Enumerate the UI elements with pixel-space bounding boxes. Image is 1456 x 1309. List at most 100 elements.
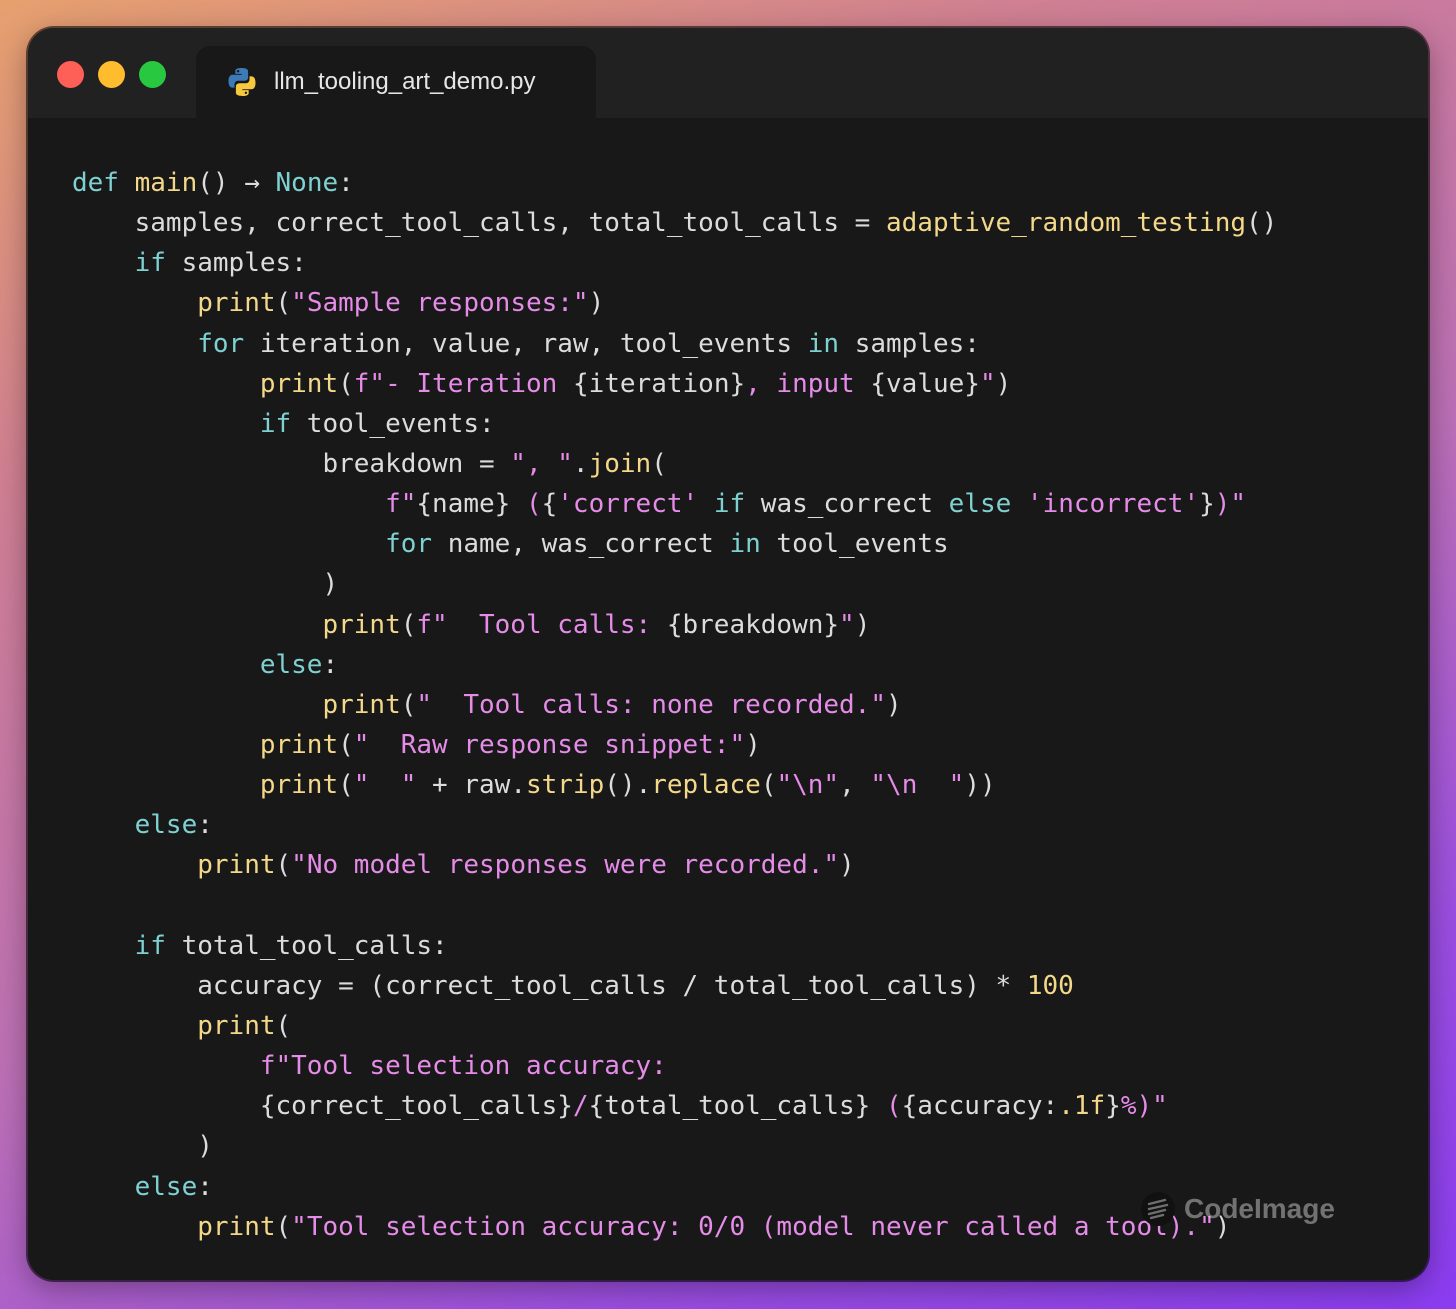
code-token: def (72, 168, 135, 198)
code-token: () → (197, 168, 276, 198)
code-token: tool_events: (291, 408, 495, 439)
code-token: 'incorrect' (1026, 489, 1200, 520)
code-token: 'correct' (557, 489, 699, 520)
code-token: print (322, 609, 401, 640)
code-token: {total_tool_calls} (588, 1091, 871, 1122)
code-token: "Sample responses:" (291, 288, 589, 319)
code-token: ( (275, 1010, 292, 1041)
maximize-window-button[interactable] (139, 61, 166, 88)
code-token: else (134, 810, 198, 841)
editor-window: llm_tooling_art_demo.py def main() → Non… (28, 28, 1428, 1280)
code-token: else (948, 489, 1012, 520)
code-line: else: (72, 805, 1277, 845)
code-line: f"Tool selection accuracy: (72, 1046, 1277, 1086)
code-token: breakdown = (72, 448, 511, 479)
code-token: f"- Iteration (353, 368, 573, 399)
code-token: {value} (870, 368, 980, 399)
code-token: )) (964, 770, 996, 801)
title-bar: llm_tooling_art_demo.py (28, 28, 1428, 118)
code-token: {accuracy: (901, 1091, 1059, 1122)
code-token: .1f (1058, 1091, 1106, 1122)
code-editor[interactable]: def main() → None: samples, correct_tool… (72, 163, 1277, 1247)
code-line: for iteration, value, raw, tool_events i… (72, 324, 1277, 364)
code-line: print( (72, 1006, 1277, 1046)
code-line: def main() → None: (72, 163, 1277, 203)
code-line: print(" Tool calls: none recorded.") (72, 685, 1277, 725)
code-token: print (322, 689, 401, 720)
code-token: {breakdown} (666, 609, 840, 640)
code-token: ) (588, 288, 605, 319)
code-token: " (839, 609, 855, 640)
minimize-window-button[interactable] (98, 61, 125, 88)
code-token: } (1105, 1091, 1121, 1122)
code-token: if (134, 930, 166, 961)
code-line: if samples: (72, 243, 1277, 283)
code-token: None (275, 168, 339, 198)
python-icon (228, 68, 256, 96)
code-token: )" (1214, 489, 1247, 520)
code-token: {correct_tool_calls} (72, 1091, 573, 1122)
code-token: for (197, 328, 245, 359)
watermark: CodeImage (1140, 1189, 1335, 1229)
file-tab[interactable]: llm_tooling_art_demo.py (196, 46, 596, 118)
code-line: print("Tool selection accuracy: 0/0 (mod… (72, 1207, 1277, 1247)
code-token: " Tool calls: none recorded." (416, 689, 886, 720)
code-line: else: (72, 645, 1277, 685)
code-token: in (729, 529, 761, 560)
code-token: samples: (165, 248, 307, 279)
code-token: if (259, 408, 292, 439)
code-token: : (322, 649, 339, 680)
code-token: total_tool_calls: (165, 930, 448, 961)
code-line: ) (72, 564, 1277, 604)
code-token: print (197, 1211, 276, 1242)
code-token: , input (745, 368, 871, 399)
code-line: ) (72, 1126, 1277, 1166)
code-line: print("Sample responses:") (72, 283, 1277, 323)
code-token: print (259, 729, 339, 760)
code-line: else: (72, 1167, 1277, 1207)
code-token: ) (839, 850, 855, 881)
code-token: "Tool selection accuracy: 0/0 (model nev… (291, 1211, 1215, 1242)
code-token: else (134, 1171, 198, 1202)
code-token: if (713, 489, 746, 520)
code-token: ) (72, 569, 339, 600)
code-line: samples, correct_tool_calls, total_tool_… (72, 203, 1278, 243)
code-token: ) (745, 729, 761, 760)
code-token: ( (338, 368, 354, 399)
code-token: ( (400, 609, 417, 640)
code-token: ( (651, 448, 667, 479)
code-line: {correct_tool_calls}/{total_tool_calls} … (72, 1086, 1277, 1126)
code-token: + raw. (416, 770, 526, 801)
file-tab-label: llm_tooling_art_demo.py (274, 68, 536, 95)
code-token: } (1199, 489, 1215, 520)
code-line: if tool_events: (72, 404, 1277, 444)
code-token: iteration, value, raw, tool_events (244, 328, 808, 359)
code-token: print (197, 1010, 276, 1041)
code-token: / (572, 1091, 589, 1122)
code-token: " (979, 368, 996, 399)
code-token: tool_events (760, 529, 949, 560)
code-token: ( (275, 288, 292, 319)
code-token: print (197, 850, 276, 881)
close-window-button[interactable] (57, 61, 84, 88)
code-token: ( (870, 1091, 902, 1122)
code-token: " " (353, 770, 417, 801)
code-token: else (259, 649, 323, 680)
code-token: ( (338, 729, 354, 760)
code-token: : (338, 168, 354, 198)
code-token: f" (385, 489, 417, 520)
codeimage-logo-icon (1141, 1192, 1175, 1226)
